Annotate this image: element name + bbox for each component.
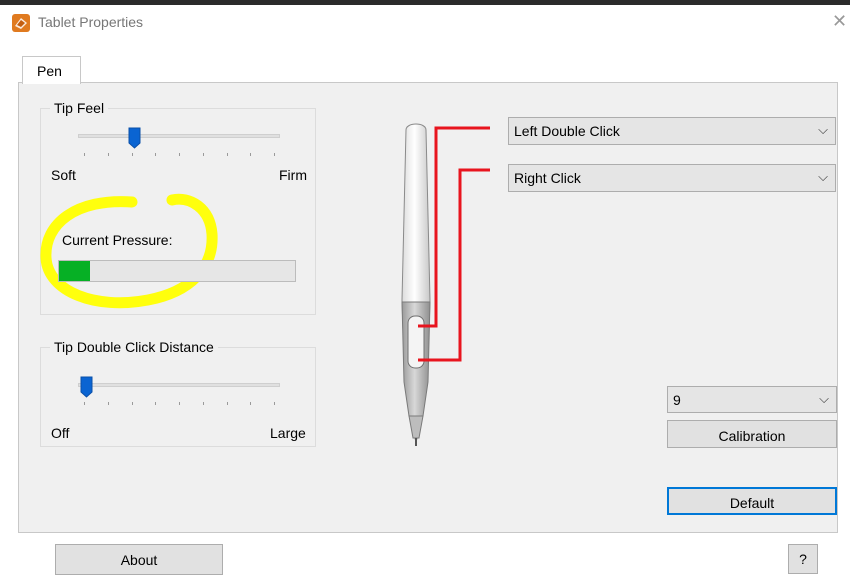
slider-tick — [250, 153, 252, 156]
slider-tick — [131, 402, 133, 405]
current-pressure-label: Current Pressure: — [62, 232, 173, 248]
tip-feel-max-label: Firm — [279, 167, 307, 183]
current-pressure-bar — [58, 260, 296, 282]
current-pressure-fill — [59, 261, 90, 281]
calibration-button[interactable]: Calibration — [667, 420, 837, 448]
about-button[interactable]: About — [55, 544, 223, 575]
slider-tick — [155, 402, 157, 405]
slider-tick — [202, 153, 204, 156]
tip-double-click-slider-track[interactable] — [78, 383, 280, 387]
tip-feel-slider-thumb[interactable] — [128, 127, 141, 149]
upper-button-connector — [418, 126, 490, 328]
about-button-label: About — [120, 552, 158, 568]
chevron-down-icon: ⌵ — [818, 169, 828, 184]
slider-tick — [107, 402, 109, 405]
slider-tick — [84, 153, 85, 156]
lower-button-select-value: Right Click — [514, 170, 581, 186]
slider-tick — [179, 402, 180, 405]
slider-tick — [179, 153, 180, 156]
slider-tick — [274, 402, 275, 405]
help-button-label: ? — [799, 551, 807, 567]
chevron-down-icon: ⌵ — [819, 391, 829, 406]
slider-tick — [202, 402, 204, 405]
default-button-label: Default — [729, 495, 775, 511]
calibration-button-label: Calibration — [718, 428, 786, 444]
slider-tick — [131, 153, 133, 156]
tip-double-click-min-label: Off — [51, 425, 70, 441]
tip-feel-slider-track[interactable] — [78, 134, 280, 138]
tip-feel-title: Tip Feel — [50, 100, 109, 116]
tip-double-click-title: Tip Double Click Distance — [50, 339, 218, 355]
upper-button-select-value: Left Double Click — [514, 123, 620, 139]
tab-strip — [18, 58, 838, 83]
lower-button-select[interactable]: Right Click ⌵ — [508, 164, 836, 192]
slider-tick — [250, 402, 252, 405]
slider-tick — [226, 402, 228, 405]
tip-double-click-slider-thumb[interactable] — [80, 376, 93, 398]
upper-button-select[interactable]: Left Double Click ⌵ — [508, 117, 836, 145]
highlight-circle — [40, 193, 218, 309]
chevron-down-icon: ⌵ — [818, 122, 828, 137]
port-select-value: 9 — [673, 392, 681, 408]
port-select[interactable]: 9 ⌵ — [667, 386, 837, 413]
slider-tick — [226, 153, 228, 156]
default-button[interactable]: Default — [667, 487, 837, 515]
slider-tick — [107, 153, 109, 156]
slider-tick — [84, 402, 85, 405]
tab-pen[interactable]: Pen — [22, 56, 81, 84]
slider-tick — [155, 153, 157, 156]
tablet-app-icon — [12, 14, 30, 32]
close-icon[interactable]: ✕ — [832, 12, 847, 30]
slider-tick — [274, 153, 275, 156]
tip-feel-min-label: Soft — [51, 167, 76, 183]
tip-double-click-max-label: Large — [270, 425, 306, 441]
help-button[interactable]: ? — [788, 544, 818, 574]
pen-button-connectors — [418, 126, 490, 362]
window-title: Tablet Properties — [38, 14, 144, 30]
lower-button-connector — [418, 168, 490, 362]
